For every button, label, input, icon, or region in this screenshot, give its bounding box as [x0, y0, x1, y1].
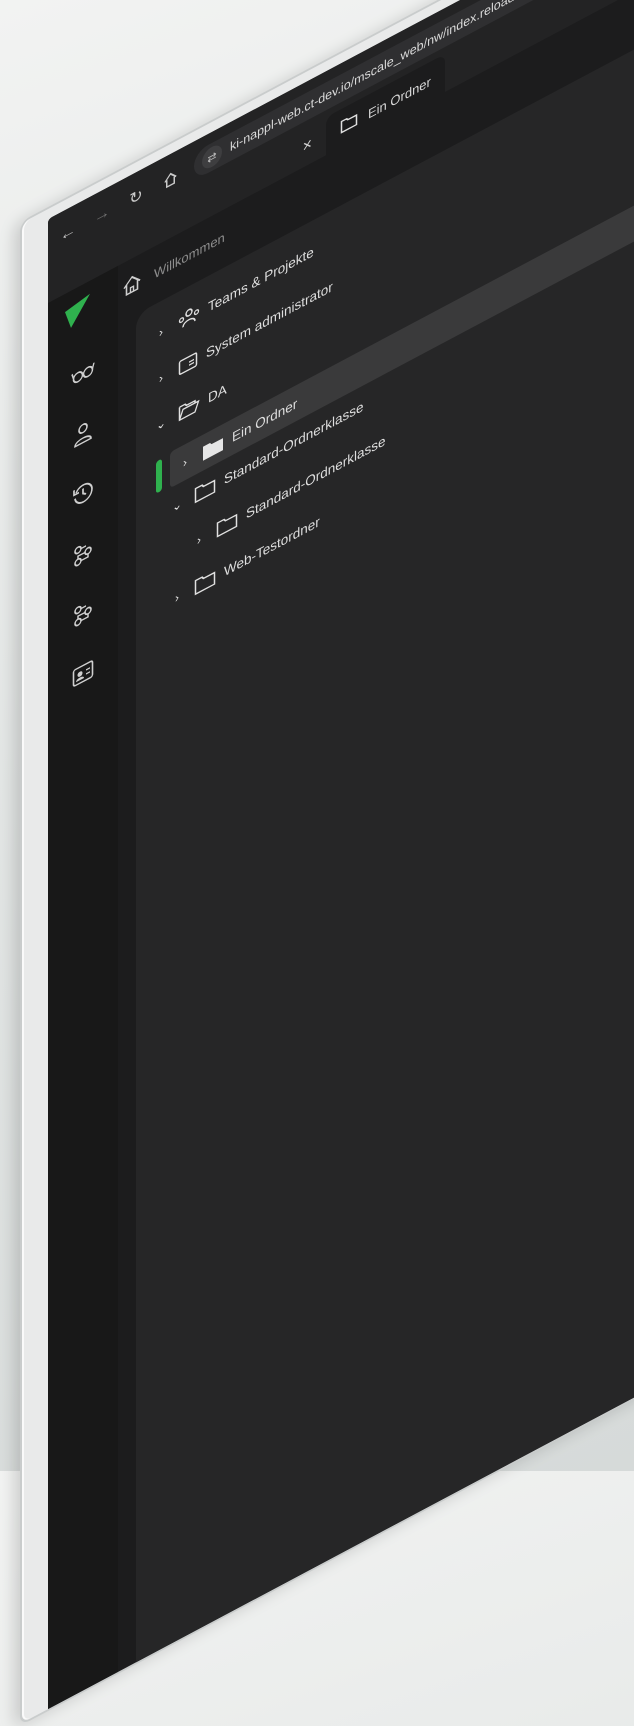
chevron-right-icon[interactable]: › — [170, 586, 184, 607]
tree-item-web-testordner[interactable]: › Web-Testordner — [170, 513, 320, 610]
folder-open-icon — [178, 394, 200, 423]
screen: ← → ↻ ⇄ ki-nappl-web.ct-dev.io/mscale_we… — [48, 0, 634, 1710]
folder-icon — [194, 568, 216, 597]
site-settings-icon[interactable]: ⇄ — [202, 141, 222, 173]
chevron-right-icon[interactable]: › — [178, 452, 192, 473]
app-logo-icon[interactable] — [62, 288, 96, 341]
chevron-right-icon[interactable]: › — [192, 529, 206, 550]
left-rail — [48, 265, 118, 1710]
monitor-bezel: ← → ↻ ⇄ ki-nappl-web.ct-dev.io/mscale_we… — [20, 0, 634, 1726]
folder-icon — [340, 110, 358, 138]
user-icon[interactable] — [70, 414, 96, 454]
close-icon[interactable]: × — [303, 135, 312, 158]
glasses-icon[interactable] — [70, 354, 96, 394]
contact-card-icon[interactable] — [70, 654, 96, 694]
team-icon — [178, 302, 200, 332]
workflow-alt-icon[interactable] — [70, 594, 96, 634]
app-area: Willkommen › Teams & Projekte › System a… — [48, 0, 634, 1710]
chevron-down-icon[interactable]: ⌄ — [154, 413, 168, 434]
folder-filled-icon — [202, 433, 224, 462]
history-icon[interactable] — [70, 474, 96, 514]
chevron-down-icon[interactable]: ⌄ — [170, 494, 184, 515]
tree-item-label: Standard-Ordnerklasse — [246, 432, 386, 522]
home-icon[interactable] — [122, 269, 142, 303]
tree-item-label: DA — [208, 381, 227, 407]
selection-marker — [156, 458, 162, 494]
folder-icon — [216, 510, 238, 539]
chevron-right-icon[interactable]: › — [154, 367, 168, 388]
workflow-icon[interactable] — [70, 534, 96, 574]
folder-icon — [194, 476, 216, 505]
admin-folder-icon — [178, 349, 198, 377]
chevron-right-icon[interactable]: › — [154, 321, 168, 342]
